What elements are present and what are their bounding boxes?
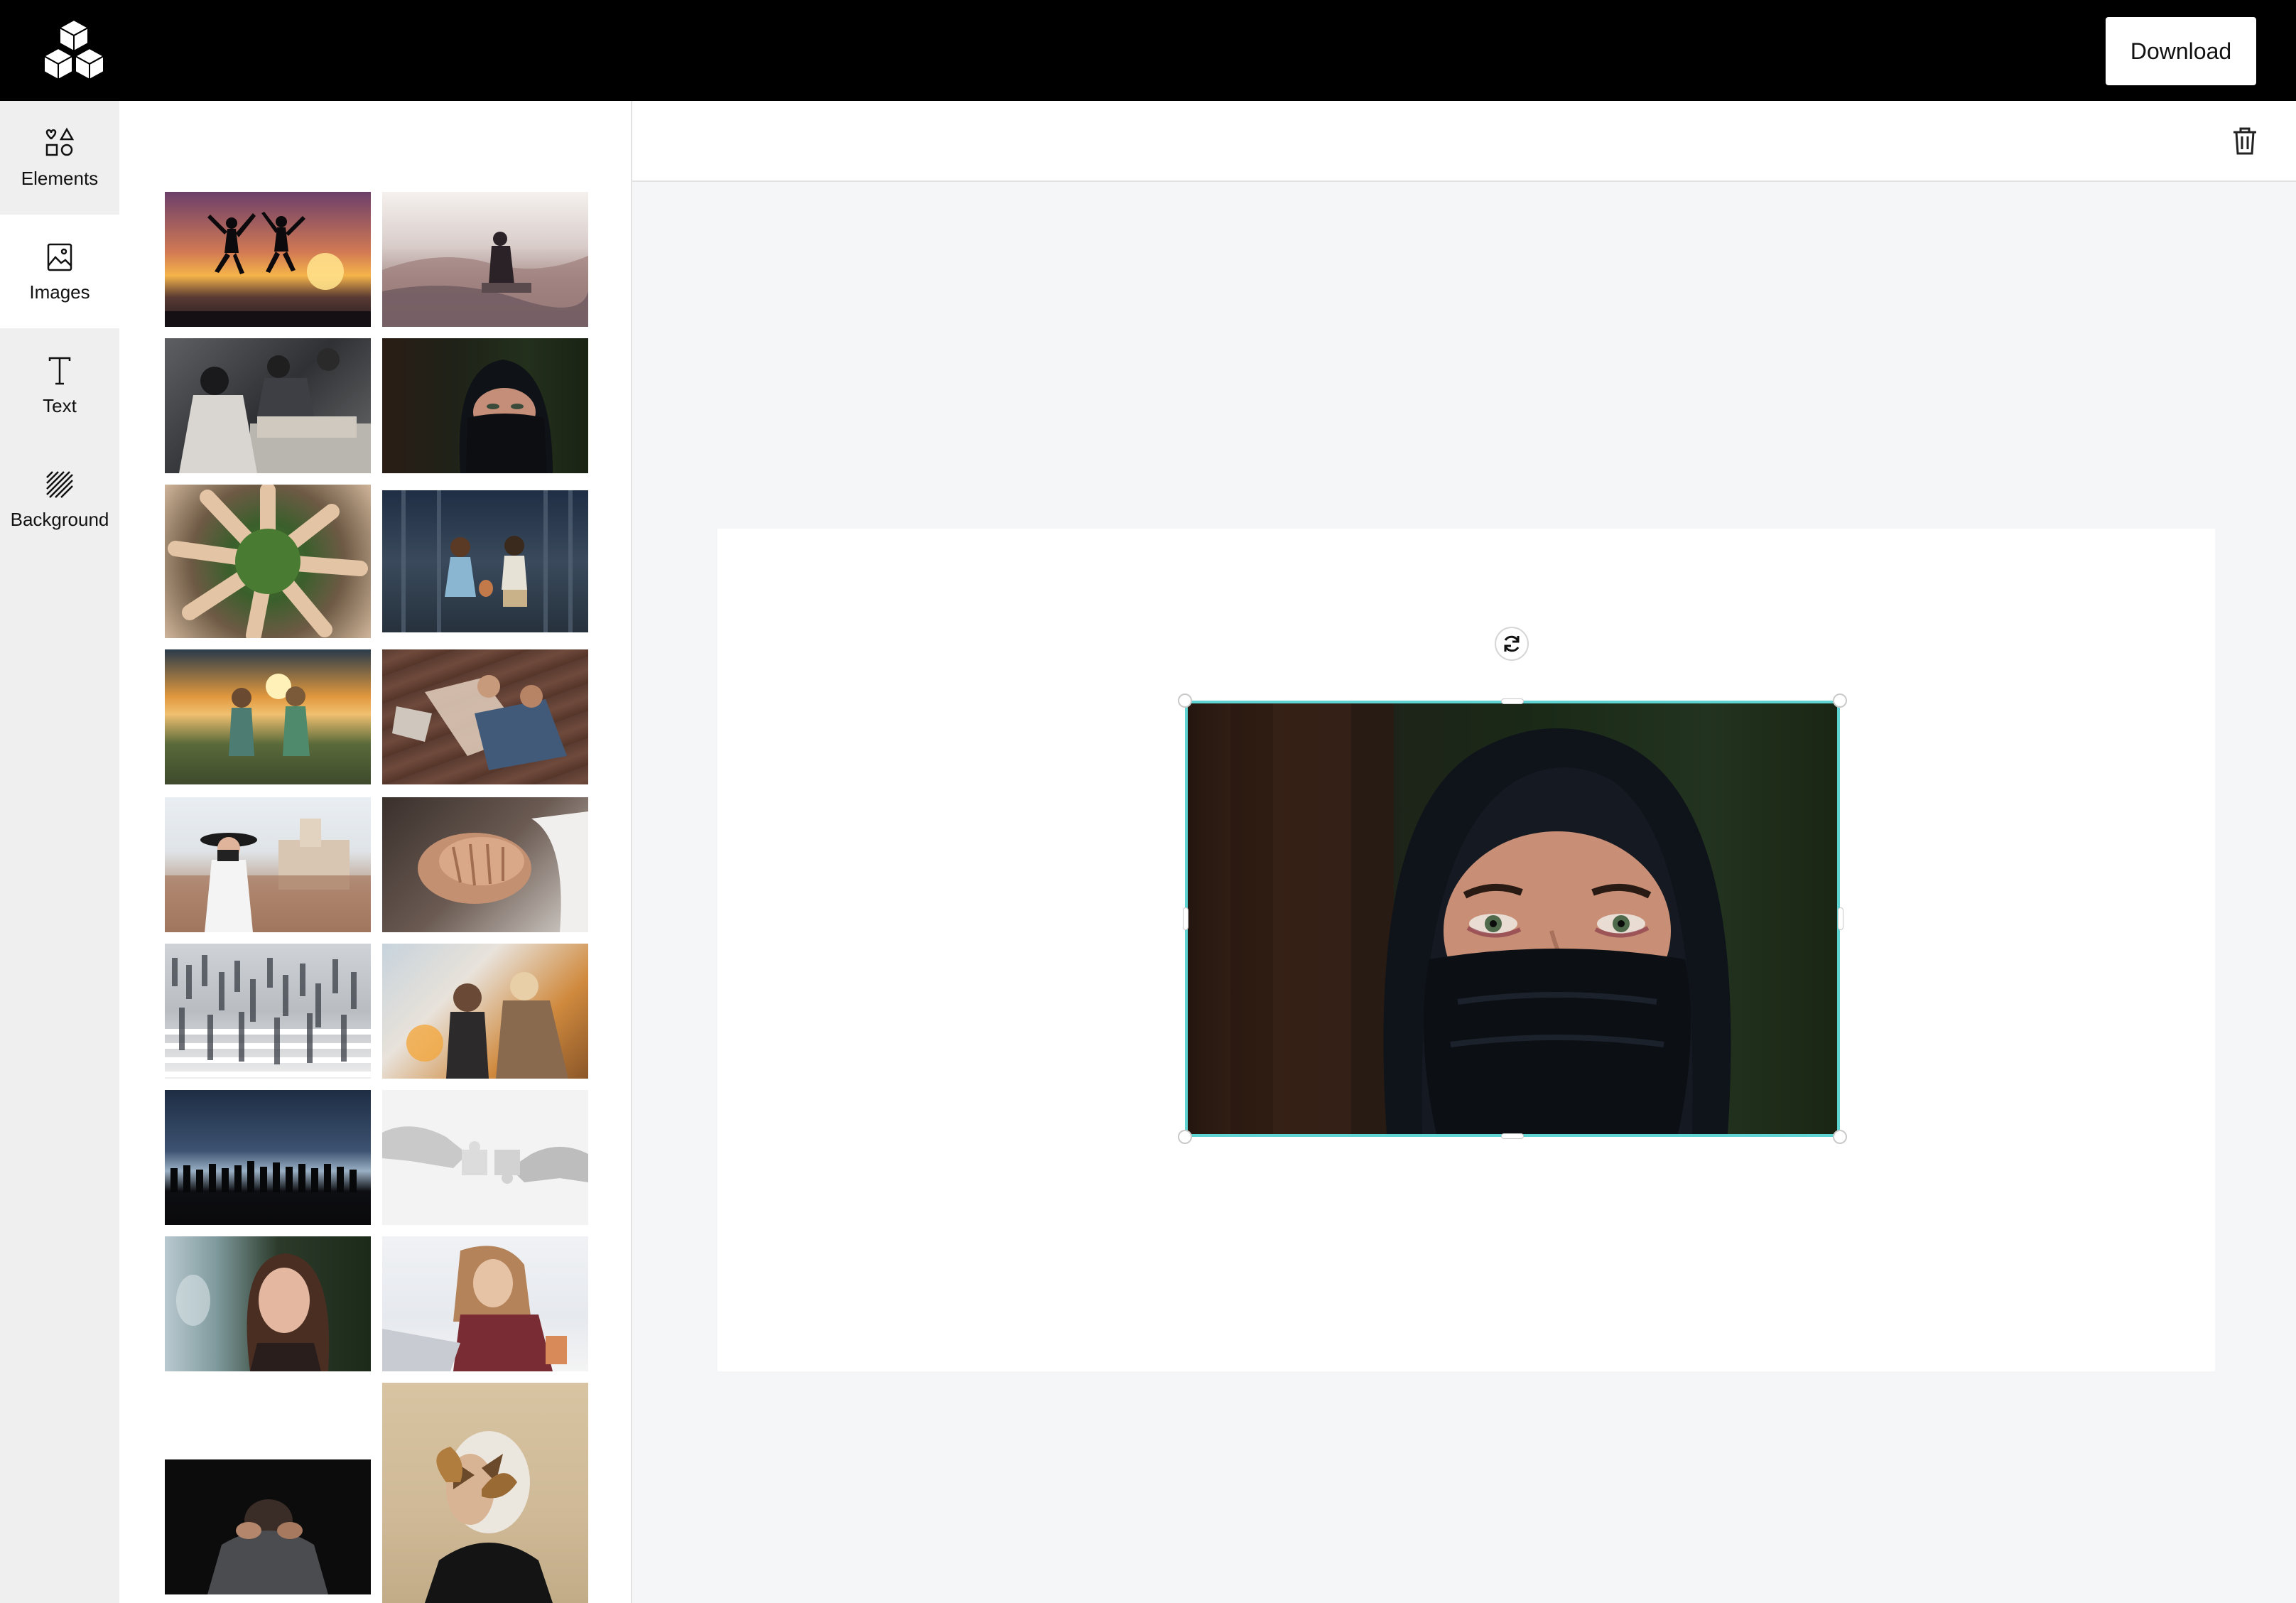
thumbnail-silhouettes-sunset[interactable] [165,192,371,327]
thumbnail-children-forest[interactable] [382,490,588,632]
thumbnail-people-working[interactable] [165,338,371,473]
thumbnail-couple-floor[interactable] [382,649,588,784]
resize-handle-bottom[interactable] [1501,1133,1524,1139]
sidebar-item-label: Elements [21,167,99,189]
resize-handle-top-left[interactable] [1178,693,1192,708]
cubes-logo-icon[interactable] [41,20,107,81]
thumbnail-crowd-crossing[interactable] [165,944,371,1079]
shapes-icon [45,126,75,156]
thumbnail-stacked-hands[interactable] [382,797,588,932]
thumbnail-woman-hijab[interactable] [382,338,588,473]
top-bar: Download [0,0,2296,101]
thumbnail-children-sunset[interactable] [165,649,371,784]
thumbnail-friends-laughing[interactable] [382,944,588,1079]
sidebar-item-text[interactable]: Text [0,328,119,442]
delete-button[interactable] [2226,122,2263,159]
hatch-pattern-icon [46,470,73,498]
sidebar-item-label: Images [29,281,90,303]
image-icon [47,243,72,271]
thumbnail-woman-camera[interactable] [165,797,371,932]
sidebar: Elements Images Text Background [0,101,119,1603]
rotate-handle[interactable] [1495,627,1529,661]
thumbnail-mountain-sitting[interactable] [382,192,588,327]
thumbnail-woman-window[interactable] [165,1236,371,1371]
resize-handle-bottom-left[interactable] [1178,1130,1192,1144]
image-library-panel [119,101,632,1603]
resize-handle-top[interactable] [1501,698,1524,704]
sidebar-item-images[interactable]: Images [0,215,119,328]
thumbnail-hands-circle[interactable] [165,485,371,638]
resize-handle-bottom-right[interactable] [1833,1130,1847,1144]
thumbnail-butterfly-mask[interactable] [382,1383,588,1603]
thumbnail-puzzle-hands[interactable] [382,1090,588,1225]
resize-handle-left[interactable] [1183,907,1188,930]
thumbnail-man-head-down[interactable] [165,1459,371,1594]
resize-handle-top-right[interactable] [1833,693,1847,708]
sidebar-item-background[interactable]: Background [0,442,119,556]
sidebar-item-label: Background [10,508,109,530]
trash-icon [2233,127,2256,155]
selected-canvas-image[interactable] [1185,701,1840,1137]
thumbnail-woman-laptop[interactable] [382,1236,588,1371]
download-button[interactable]: Download [2106,17,2256,85]
text-icon [48,357,71,384]
thumbnail-group-night[interactable] [165,1090,371,1225]
resize-handle-right[interactable] [1838,907,1843,930]
editor-toolbar [632,101,2296,182]
rotate-icon [1504,635,1520,652]
sidebar-item-elements[interactable]: Elements [0,101,119,215]
sidebar-item-label: Text [43,394,77,416]
